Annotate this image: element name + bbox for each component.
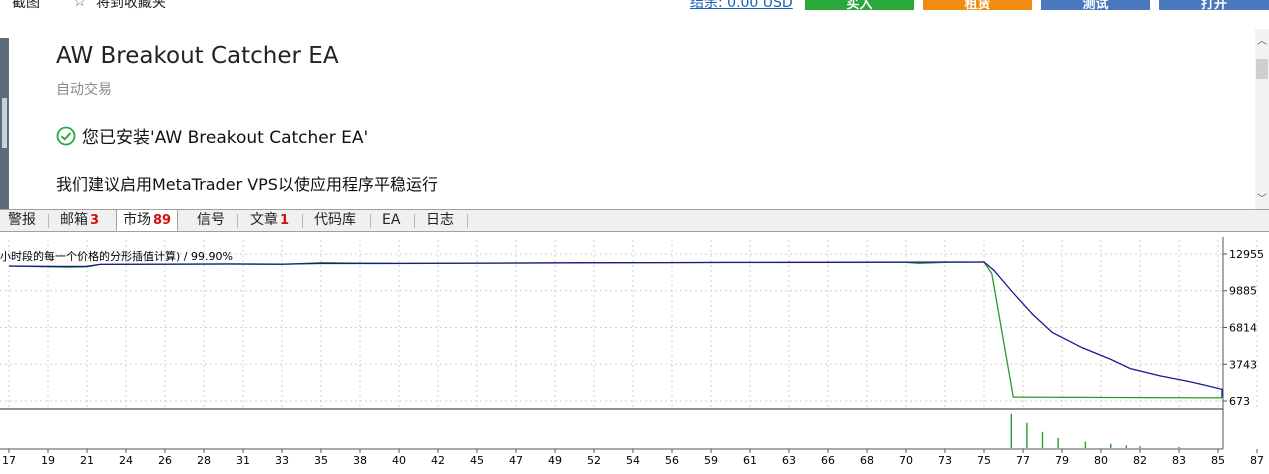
- product-title: AW Breakout Catcher EA: [56, 43, 339, 69]
- tab-separator: [370, 214, 371, 228]
- x-tick-label: 47: [509, 454, 523, 467]
- y-tick-label: 9885: [1229, 285, 1257, 298]
- tab-separator: [414, 214, 415, 228]
- x-tick-label: 87: [1250, 454, 1264, 467]
- x-tick-label: 56: [665, 454, 679, 467]
- tab-separator: [48, 214, 49, 228]
- chart-grid: [0, 240, 1258, 409]
- series-line: [8, 261, 1223, 399]
- tab-signals[interactable]: 信号: [197, 210, 225, 231]
- product-panel: AW Breakout Catcher EA 自动交易 您已安装'AW Brea…: [0, 11, 1269, 216]
- tab-badge: 1: [280, 213, 290, 228]
- vps-recommendation: 我们建议启用MetaTrader VPS以使应用程序平稳运行: [56, 175, 438, 194]
- x-tick-label: 24: [119, 454, 133, 467]
- x-tick-label: 17: [2, 454, 16, 467]
- y-tick-label: 3743: [1229, 358, 1257, 371]
- x-tick-label: 85: [1211, 454, 1225, 467]
- product-thumbnail: [0, 38, 9, 216]
- x-axis: 17 19 21 24 26 28 31 33 35 38 40 42 45 47 49 52 54 56 59 61…: [2, 449, 1264, 467]
- test-chart[interactable]: 12955 9885 6814 3743 673 17 19 21 24 26 28 31 33 35 3…: [0, 232, 1269, 470]
- tab-separator: [237, 214, 238, 228]
- x-tick-label: 21: [80, 454, 94, 467]
- open-button[interactable]: 打开: [1159, 0, 1269, 11]
- chart-title: 小时段的每一个价格的分形插值计算) / 99.90%: [0, 249, 233, 263]
- x-tick-label: 63: [782, 454, 796, 467]
- installed-message: 您已安装'AW Breakout Catcher EA': [56, 123, 368, 148]
- x-tick-label: 73: [938, 454, 952, 467]
- top-toolbar: 截图 ☆ 将到收藏夹 结余: 0.00 USD 买入 租赁 测试 打开: [0, 0, 1269, 11]
- x-tick-label: 35: [314, 454, 328, 467]
- x-tick-label: 26: [158, 454, 172, 467]
- balance-link[interactable]: 结余: 0.00 USD: [690, 0, 793, 11]
- installed-text: 您已安装'AW Breakout Catcher EA': [82, 128, 369, 148]
- series-line: [8, 261, 1223, 398]
- x-tick-label: 77: [1016, 454, 1030, 467]
- tab-journal[interactable]: 日志: [426, 210, 454, 231]
- x-tick-label: 61: [743, 454, 757, 467]
- x-tick-label: 70: [899, 454, 913, 467]
- tab-market[interactable]: 市场 89: [116, 209, 179, 231]
- x-tick-label: 49: [548, 454, 562, 467]
- x-tick-label: 45: [470, 454, 484, 467]
- tab-separator: [302, 214, 303, 228]
- x-tick-label: 33: [275, 454, 289, 467]
- x-tick-label: 54: [626, 454, 640, 467]
- x-tick-label: 19: [41, 454, 55, 467]
- x-tick-label: 40: [392, 454, 406, 467]
- favorite-button[interactable]: 将到收藏夹: [96, 0, 166, 11]
- rent-button[interactable]: 租赁: [923, 0, 1032, 11]
- x-tick-label: 83: [1172, 454, 1186, 467]
- y-axis: 12955 9885 6814 3743 673: [1223, 248, 1264, 408]
- tab-articles[interactable]: 文章 1: [250, 210, 289, 231]
- check-circle-icon: [56, 126, 76, 146]
- y-tick-label: 6814: [1229, 322, 1257, 335]
- x-tick-label: 75: [977, 454, 991, 467]
- tab-badge: 3: [90, 213, 100, 228]
- x-tick-label: 31: [236, 454, 250, 467]
- scroll-down-icon[interactable]: ﹀: [1255, 193, 1269, 207]
- tab-mailbox[interactable]: 邮箱 3: [60, 210, 99, 231]
- x-tick-label: 38: [353, 454, 367, 467]
- volume-bars: [1010, 413, 1180, 448]
- product-category: 自动交易: [56, 82, 112, 98]
- tab-codebase[interactable]: 代码库: [314, 210, 356, 231]
- terminal-tabs: 警报 邮箱 3 市场 89 信号 文章 1 代码库 EA 日志: [0, 209, 1269, 232]
- x-tick-label: 68: [860, 454, 874, 467]
- screenshot-button[interactable]: 截图: [12, 0, 40, 11]
- x-tick-label: 28: [197, 454, 211, 467]
- y-tick-label: 12955: [1229, 248, 1264, 261]
- tab-separator: [467, 214, 468, 228]
- x-tick-label: 80: [1094, 454, 1108, 467]
- scroll-up-icon[interactable]: ︿: [1255, 35, 1269, 49]
- scrollbar-thumb[interactable]: [1256, 59, 1268, 79]
- x-tick-label: 82: [1133, 454, 1147, 467]
- x-tick-label: 66: [821, 454, 835, 467]
- y-tick-label: 673: [1229, 395, 1250, 408]
- tab-experts[interactable]: EA: [382, 210, 400, 231]
- tab-badge: 89: [153, 213, 172, 228]
- tab-alerts[interactable]: 警报: [8, 210, 36, 231]
- product-scrollbar[interactable]: ︿ ﹀: [1255, 29, 1269, 209]
- x-tick-label: 52: [587, 454, 601, 467]
- chart-lines: [8, 261, 1223, 399]
- buy-button[interactable]: 买入: [805, 0, 914, 11]
- x-tick-label: 79: [1055, 454, 1069, 467]
- test-button[interactable]: 测试: [1041, 0, 1150, 11]
- star-icon[interactable]: ☆: [73, 0, 86, 10]
- chart-frame: [0, 237, 1224, 450]
- x-tick-label: 42: [431, 454, 445, 467]
- chart-svg: 12955 9885 6814 3743 673 17 19 21 24 26 28 31 33 35 3…: [0, 237, 1264, 467]
- x-tick-label: 59: [704, 454, 718, 467]
